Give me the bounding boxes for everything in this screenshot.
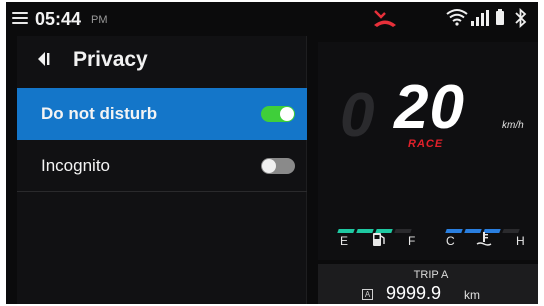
- trip-meter: TRIP A A 9999.9 km: [318, 264, 538, 304]
- trip-unit: km: [464, 288, 480, 302]
- back-arrow-icon[interactable]: [36, 51, 52, 67]
- temp-segment: [502, 229, 520, 233]
- temp-segment: [445, 229, 463, 233]
- toggle-knob: [280, 107, 294, 121]
- bluetooth-icon: [515, 8, 527, 28]
- fuel-pump-icon: [373, 233, 385, 246]
- panel-title: Privacy: [73, 48, 148, 71]
- setting-row-do-not-disturb[interactable]: Do not disturb: [17, 88, 307, 140]
- temp-level-bar: [445, 220, 526, 233]
- missed-call-icon: [374, 10, 396, 27]
- wifi-icon: [446, 9, 468, 26]
- clock-ampm: PM: [91, 14, 108, 26]
- speed-ghost-digit: 0: [340, 81, 375, 150]
- coolant-temp-icon: [476, 232, 492, 246]
- dashboard-screen: 05:44 PM Privacy Do not disturb Incognit…: [6, 2, 538, 304]
- speed-unit: km/h: [502, 120, 524, 131]
- setting-label: Incognito: [41, 156, 110, 175]
- fuel-segment: [394, 229, 412, 233]
- fuel-empty-label: E: [340, 234, 349, 248]
- trip-label: TRIP A: [413, 269, 449, 281]
- fuel-full-label: F: [408, 234, 416, 248]
- panel-header: Privacy: [17, 36, 307, 82]
- temp-cold-label: C: [446, 234, 455, 248]
- instrument-cluster: 0 20 km/h RACE E F C H: [318, 42, 538, 260]
- setting-label: Do not disturb: [41, 104, 158, 123]
- trip-distance: 9999.9: [386, 283, 442, 303]
- do-not-disturb-toggle[interactable]: [261, 106, 295, 122]
- clock-time: 05:44: [35, 9, 82, 29]
- privacy-settings-panel: Privacy Do not disturb Incognito: [17, 36, 307, 304]
- incognito-toggle[interactable]: [261, 158, 295, 174]
- fuel-segment: [337, 229, 355, 233]
- ride-mode-label: RACE: [408, 138, 444, 150]
- fuel-level-bar: [337, 220, 414, 233]
- trip-badge: A: [362, 289, 373, 300]
- temp-hot-label: H: [516, 234, 525, 248]
- menu-icon[interactable]: [12, 12, 28, 24]
- setting-row-incognito[interactable]: Incognito: [17, 140, 307, 192]
- toggle-knob: [262, 159, 276, 173]
- signal-icon: [471, 10, 489, 26]
- speed-readout: 20: [394, 73, 465, 142]
- battery-icon: [496, 9, 504, 25]
- status-bar: 05:44 PM: [6, 2, 538, 36]
